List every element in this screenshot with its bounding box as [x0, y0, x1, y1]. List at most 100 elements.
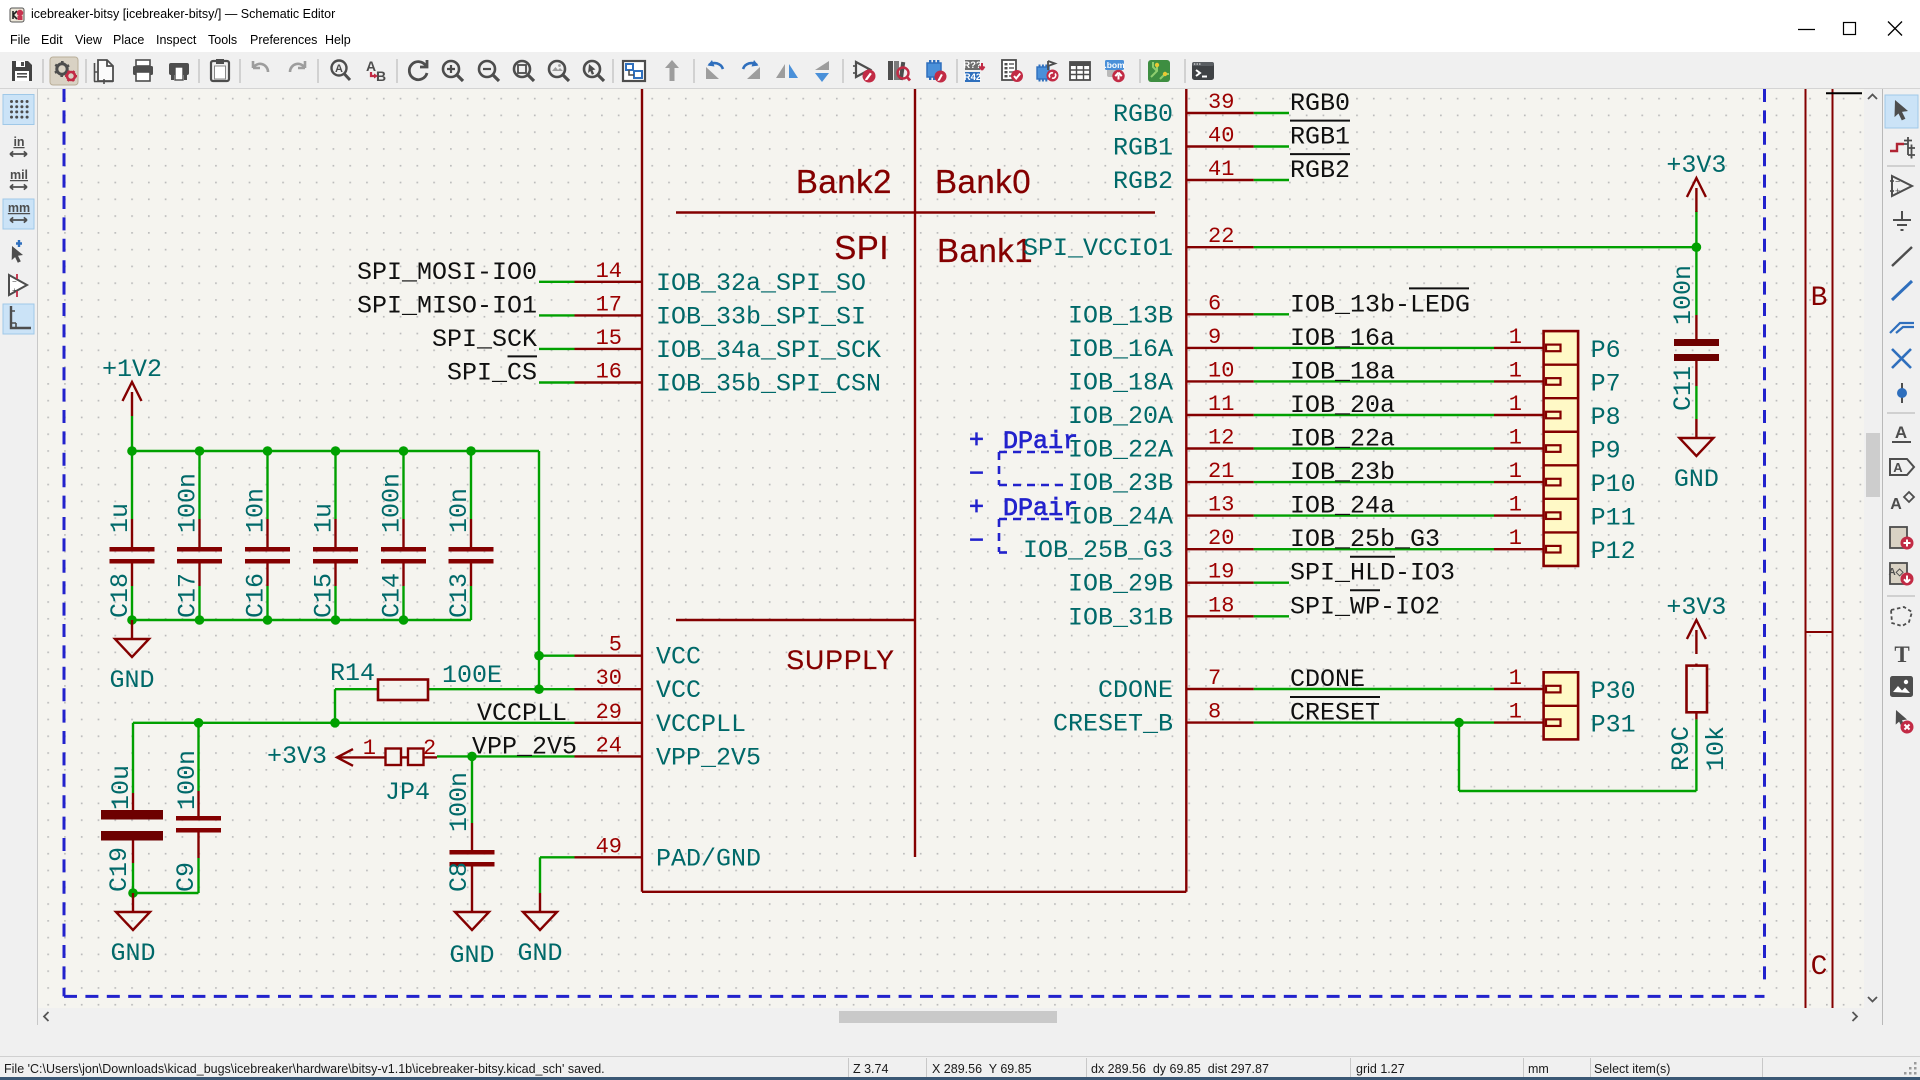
svg-text:19: 19: [1208, 560, 1234, 585]
svg-text:C15: C15: [310, 573, 339, 618]
svg-text:C18: C18: [106, 573, 135, 618]
svg-text:P30: P30: [1591, 677, 1636, 706]
svg-text:6: 6: [1208, 291, 1221, 316]
svg-text:Bank0: Bank0: [935, 163, 1031, 200]
svg-text:VCC: VCC: [656, 676, 701, 705]
svg-text:C: C: [1811, 952, 1828, 983]
svg-text:CRESET: CRESET: [1290, 699, 1380, 728]
svg-text:SPI_MOSI-IO0: SPI_MOSI-IO0: [357, 258, 537, 287]
svg-text:IOB_34a_SPI_SCK: IOB_34a_SPI_SCK: [656, 336, 881, 365]
svg-text:10n: 10n: [445, 488, 474, 533]
svg-text:mil: mil: [10, 168, 28, 182]
svg-text:GND: GND: [449, 941, 494, 970]
svg-text:29: 29: [596, 700, 622, 725]
svg-text:RGB1: RGB1: [1290, 123, 1350, 152]
svg-text:A: A: [1893, 460, 1903, 475]
svg-text:100n: 100n: [1669, 265, 1698, 325]
svg-text:49: 49: [596, 834, 622, 859]
svg-text:T: T: [1894, 642, 1909, 667]
svg-text:GND: GND: [109, 666, 154, 695]
svg-text:+: +: [1895, 186, 1900, 196]
svg-text:30: 30: [596, 666, 622, 691]
svg-text:GND: GND: [110, 939, 155, 968]
svg-text:40: 40: [1208, 124, 1234, 149]
svg-text:JP4: JP4: [385, 778, 430, 807]
svg-text:1: 1: [1509, 526, 1522, 551]
svg-text:IOB_18A: IOB_18A: [1068, 368, 1173, 397]
svg-text:IOB_20a: IOB_20a: [1290, 391, 1395, 420]
svg-text:1: 1: [1509, 358, 1522, 383]
svg-text:17: 17: [596, 292, 622, 317]
svg-text:C17: C17: [174, 573, 203, 618]
svg-text:R42: R42: [964, 72, 981, 83]
svg-text:VCCPLL: VCCPLL: [477, 699, 567, 728]
svg-text:24: 24: [596, 733, 622, 758]
svg-text:C19: C19: [105, 847, 134, 892]
svg-text:SUPPLY: SUPPLY: [786, 645, 895, 675]
svg-text:1u: 1u: [106, 503, 135, 533]
svg-text:VPP_2V5: VPP_2V5: [472, 732, 577, 761]
svg-text:1: 1: [1509, 459, 1522, 484]
svg-text:C8: C8: [445, 862, 474, 892]
svg-text:A: A: [335, 63, 343, 75]
svg-text:IOB_29B: IOB_29B: [1068, 570, 1173, 599]
svg-text:IOB_20A: IOB_20A: [1068, 402, 1173, 431]
svg-text:IOB_16a: IOB_16a: [1290, 324, 1395, 353]
svg-text:P8: P8: [1591, 403, 1621, 432]
svg-text:12: 12: [1208, 426, 1234, 451]
svg-text:100n: 100n: [378, 473, 407, 533]
svg-text:10u: 10u: [107, 765, 136, 810]
svg-text:13: 13: [1208, 493, 1234, 518]
svg-text:PAD/GND: PAD/GND: [656, 844, 761, 873]
svg-text:C16: C16: [242, 573, 271, 618]
svg-text:−: −: [969, 460, 984, 489]
svg-text:SPI_WP-IO2: SPI_WP-IO2: [1290, 592, 1440, 621]
svg-text:.bom: .bom: [1104, 60, 1125, 70]
svg-text:P10: P10: [1591, 470, 1636, 499]
svg-text:P31: P31: [1591, 711, 1636, 740]
svg-text:RGB0: RGB0: [1290, 89, 1350, 118]
svg-text:IOB_22a: IOB_22a: [1290, 425, 1395, 454]
svg-text:IOB_23b: IOB_23b: [1290, 458, 1395, 487]
svg-text:SPI_VCCIO1: SPI_VCCIO1: [1023, 234, 1173, 263]
svg-text:+: +: [969, 426, 984, 455]
svg-text:VCC: VCC: [656, 643, 701, 672]
svg-text:20: 20: [1208, 526, 1234, 551]
svg-text:R14: R14: [330, 659, 375, 688]
svg-text:IOB_13B: IOB_13B: [1068, 301, 1173, 330]
svg-text:+3V3: +3V3: [1666, 593, 1726, 622]
svg-text:IOB_25B_G3: IOB_25B_G3: [1023, 536, 1173, 565]
svg-text:IOB_24a: IOB_24a: [1290, 492, 1395, 521]
svg-text:+3V3: +3V3: [1666, 151, 1726, 180]
svg-text:100n: 100n: [445, 772, 474, 832]
svg-text:P12: P12: [1591, 537, 1636, 566]
svg-text:VCCPLL: VCCPLL: [656, 710, 746, 739]
svg-text:−: −: [969, 527, 984, 556]
svg-text:+1V2: +1V2: [102, 355, 162, 384]
svg-text:1: 1: [1509, 426, 1522, 451]
svg-text:−: −: [12, 277, 17, 286]
svg-text:P11: P11: [1591, 504, 1636, 533]
svg-text:C13: C13: [445, 573, 474, 618]
svg-text:P7: P7: [1591, 369, 1621, 398]
svg-text:mm: mm: [8, 201, 30, 215]
svg-text:10k: 10k: [1702, 726, 1731, 771]
svg-text:8: 8: [1208, 700, 1221, 725]
svg-text:7: 7: [1208, 666, 1221, 691]
svg-text:41: 41: [1208, 157, 1234, 182]
svg-text:IOB_16A: IOB_16A: [1068, 335, 1173, 364]
svg-text:GND: GND: [517, 939, 562, 968]
svg-text:IOB_22A: IOB_22A: [1068, 436, 1173, 465]
svg-text:IOB_32a_SPI_SO: IOB_32a_SPI_SO: [656, 269, 866, 298]
svg-text:RGB2: RGB2: [1290, 156, 1350, 185]
svg-text:15: 15: [596, 326, 622, 351]
svg-text:Bank2: Bank2: [796, 163, 892, 200]
svg-text:−: −: [1895, 177, 1900, 187]
svg-text:CDONE: CDONE: [1290, 665, 1365, 694]
svg-text:R??: R??: [963, 60, 982, 71]
svg-text:100n: 100n: [174, 473, 203, 533]
svg-text:R9C: R9C: [1667, 726, 1696, 771]
svg-text:IOB_23B: IOB_23B: [1068, 469, 1173, 498]
svg-text:1u: 1u: [310, 503, 339, 533]
svg-text:Bank1: Bank1: [937, 232, 1033, 269]
